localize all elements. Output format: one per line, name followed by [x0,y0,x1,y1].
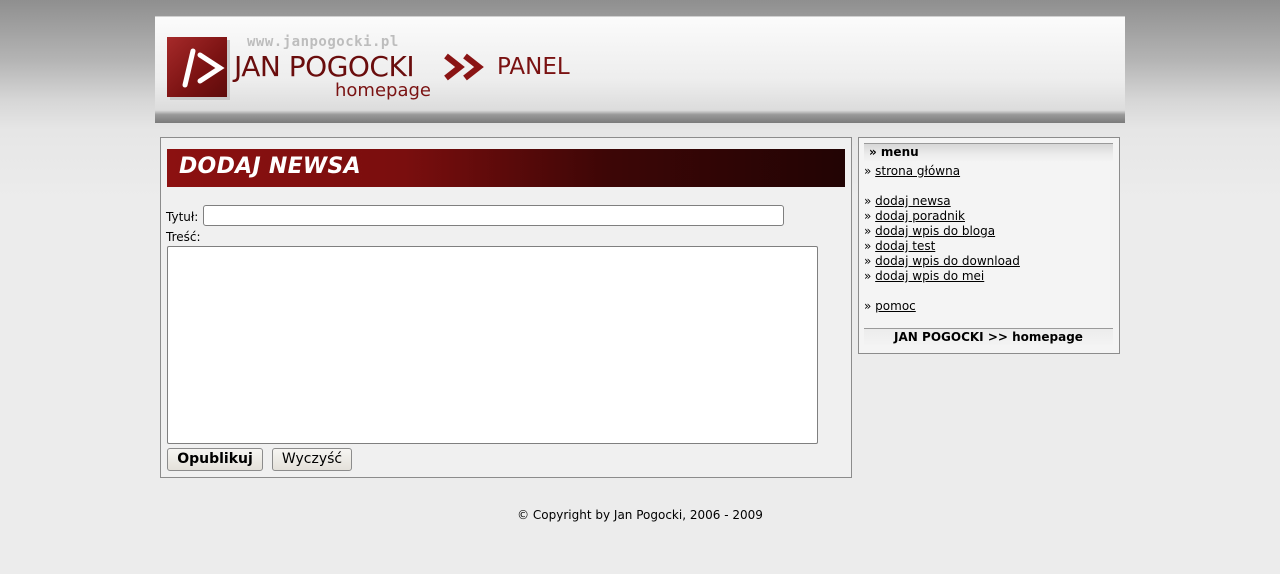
bullet-glyph: » [864,239,872,253]
title-input[interactable] [203,205,784,226]
sidebar-link-add-test[interactable]: dodaj test [875,239,935,253]
sidebar-item-add-blog: » dodaj wpis do bloga [864,224,995,239]
sidebar-footer-label: JAN POGOCKI >> homepage [894,330,1083,344]
copyright-text: © Copyright by Jan Pogocki, 2006 - 2009 [517,508,763,522]
content-label: Treść: [166,230,201,244]
sidebar-footer: JAN POGOCKI >> homepage [864,328,1113,347]
sidebar-item-add-download: » dodaj wpis do download [864,254,1020,269]
sidebar-item-add-news: » dodaj newsa [864,194,951,209]
bullet-glyph: » [864,224,872,238]
bullet-glyph: » [864,164,872,178]
bullet-glyph: » [864,194,872,208]
sidebar-link-add-blog[interactable]: dodaj wpis do bloga [875,224,995,238]
sidebar-link-add-guide[interactable]: dodaj poradnik [875,209,965,223]
site-subtitle: homepage [335,80,431,101]
sidebar-link-add-news[interactable]: dodaj newsa [875,194,951,208]
site-header: www.janpogocki.pl JAN POGOCKI homepage P… [155,16,1125,123]
sidebar-heading-label: » menu [869,145,919,159]
add-news-panel: DODAJ NEWSA Tytuł: Treść: Opublikuj Wycz… [160,137,852,478]
sidebar-link-help[interactable]: pomoc [875,299,916,313]
sidebar-link-add-mei[interactable]: dodaj wpis do mei [875,269,984,283]
panel-title-bar: DODAJ NEWSA [167,149,845,187]
sidebar-heading: » menu [864,143,1113,162]
sidebar-menu: » menu » strona główna » dodaj newsa » d… [858,137,1120,354]
title-label: Tytuł: [166,210,199,224]
sidebar-item-add-mei: » dodaj wpis do mei [864,269,984,284]
page-title: DODAJ NEWSA [179,154,361,179]
bullet-glyph: » [864,269,872,283]
sidebar-link-add-download[interactable]: dodaj wpis do download [875,254,1020,268]
sidebar-item-home: » strona główna [864,164,960,179]
bullet-glyph: » [864,299,872,313]
sidebar-item-help: » pomoc [864,299,916,314]
section-label: PANEL [497,54,570,80]
logo-icon[interactable] [167,37,227,97]
sidebar-link-home[interactable]: strona główna [875,164,960,178]
content-textarea[interactable] [167,246,818,444]
clear-button[interactable]: Wyczyść [272,448,352,471]
sidebar-item-add-guide: » dodaj poradnik [864,209,965,224]
double-chevron-icon [444,53,484,81]
bullet-glyph: » [864,209,872,223]
publish-button[interactable]: Opublikuj [167,448,263,471]
sidebar-item-add-test: » dodaj test [864,239,935,254]
bullet-glyph: » [864,254,872,268]
